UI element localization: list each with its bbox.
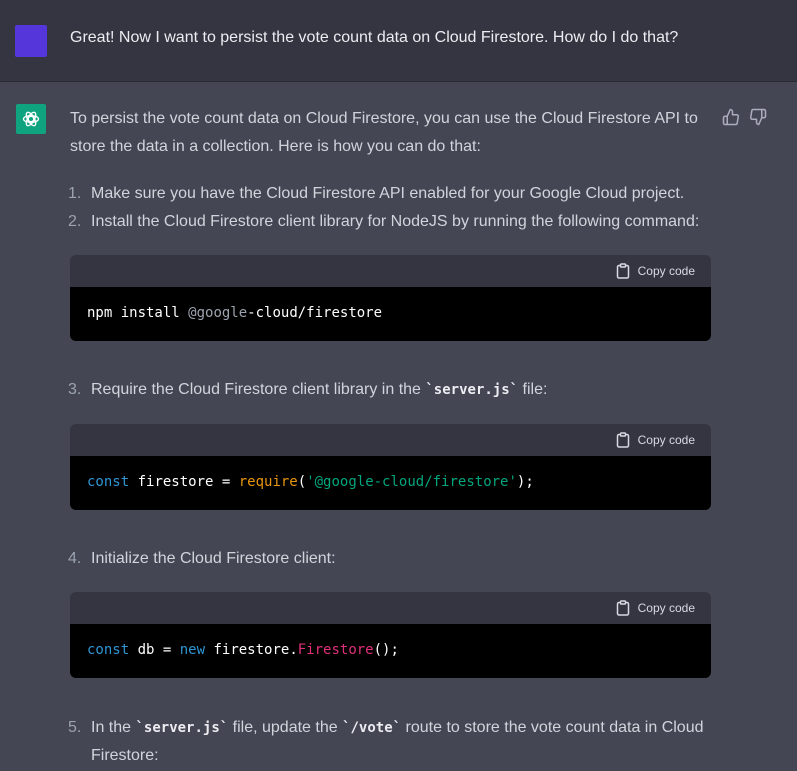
- copy-code-button[interactable]: Copy code: [616, 600, 695, 616]
- clipboard-icon: [616, 263, 629, 279]
- assistant-intro-line-2: store the data in a collection. Here is …: [70, 138, 481, 155]
- code-token: ();: [373, 642, 399, 658]
- code-header: Copy code: [70, 424, 711, 456]
- assistant-intro-line-1: To persist the vote count data on Cloud …: [70, 110, 698, 127]
- user-avatar: [15, 25, 47, 57]
- code-body: const firestore = require('@google-cloud…: [70, 456, 711, 510]
- step-text: Initialize the Cloud Firestore client:: [91, 550, 336, 567]
- inline-code: `/vote`: [342, 720, 402, 736]
- feedback-thumbs-down[interactable]: [749, 108, 767, 126]
- inline-code: `server.js`: [425, 382, 519, 398]
- step-text-part: Require the Cloud Firestore client libra…: [91, 381, 426, 398]
- step-2: 2. Install the Cloud Firestore client lib…: [68, 208, 699, 236]
- copy-code-label: Copy code: [637, 264, 695, 278]
- assistant-avatar: [16, 104, 46, 134]
- step-text-part: file:: [518, 381, 548, 398]
- feedback-thumbs-up[interactable]: [722, 108, 740, 126]
- step-4: 4. Initialize the Cloud Firestore client:: [68, 545, 336, 573]
- code-token: Firestore: [297, 642, 374, 658]
- openai-logo-icon: [22, 111, 40, 127]
- code-token: -cloud/firestore: [247, 305, 383, 321]
- inline-code: `server.js`: [135, 720, 229, 736]
- code-token: db =: [129, 642, 180, 658]
- step-text: Require the Cloud Firestore client libra…: [91, 376, 547, 404]
- code-line: npm install @google-cloud/firestore: [87, 305, 382, 321]
- clipboard-icon: [616, 432, 629, 448]
- code-token: const: [87, 642, 130, 658]
- code-token: new: [179, 642, 206, 658]
- thumbs-up-icon[interactable]: [722, 108, 740, 126]
- clipboard-icon: [616, 600, 629, 616]
- code-token: require: [238, 474, 298, 490]
- step-text: Make sure you have the Cloud Firestore A…: [91, 185, 685, 202]
- code-header: Copy code: [70, 592, 711, 624]
- step-5: 5. In the `server.js` file, update the `/…: [68, 714, 704, 742]
- step-text-part: file, update the: [228, 719, 343, 736]
- code-body: const db = new firestore.Firestore();: [70, 624, 711, 678]
- step-text-part: route to store the vote count data in Cl…: [401, 719, 704, 736]
- copy-code-button[interactable]: Copy code: [616, 432, 695, 448]
- code-block-2: Copy code const firestore = require('@go…: [70, 424, 711, 510]
- step-1: 1. Make sure you have the Cloud Firestore…: [68, 180, 684, 208]
- code-body: npm install @google-cloud/firestore: [70, 287, 711, 341]
- step-number: 2.: [68, 213, 82, 230]
- user-message-text: Great! Now I want to persist the vote co…: [70, 29, 679, 46]
- code-line: const db = new firestore.Firestore();: [87, 642, 399, 658]
- code-token: const: [87, 474, 130, 490]
- code-block-1: Copy code npm install @google-cloud/fire…: [70, 255, 711, 341]
- step-text: In the `server.js` file, update the `/vo…: [91, 714, 704, 742]
- copy-code-label: Copy code: [637, 601, 695, 615]
- code-token: firestore.: [205, 642, 298, 658]
- step-number: 1.: [68, 185, 82, 202]
- code-token: (: [297, 474, 307, 490]
- code-token: firestore =: [129, 474, 239, 490]
- code-line: const firestore = require('@google-cloud…: [87, 474, 534, 490]
- step-5-line-2: Firestore:: [91, 747, 159, 764]
- copy-code-label: Copy code: [637, 433, 695, 447]
- step-number: 3.: [68, 381, 82, 398]
- step-3: 3. Require the Cloud Firestore client lib…: [68, 376, 547, 404]
- step-number: 5.: [68, 719, 82, 736]
- user-message-row: Great! Now I want to persist the vote co…: [0, 0, 797, 82]
- code-token: npm install: [87, 305, 189, 321]
- code-token: @google: [188, 305, 248, 321]
- step-number: 4.: [68, 550, 82, 567]
- code-token: );: [516, 474, 534, 490]
- step-text: Install the Cloud Firestore client libra…: [91, 213, 700, 230]
- code-header: Copy code: [70, 255, 711, 287]
- thumbs-down-icon[interactable]: [749, 108, 767, 126]
- copy-code-button[interactable]: Copy code: [616, 263, 695, 279]
- code-token: '@google-cloud/firestore': [306, 474, 517, 490]
- code-block-3: Copy code const db = new firestore.Fires…: [70, 592, 711, 678]
- step-text-part: In the: [91, 719, 136, 736]
